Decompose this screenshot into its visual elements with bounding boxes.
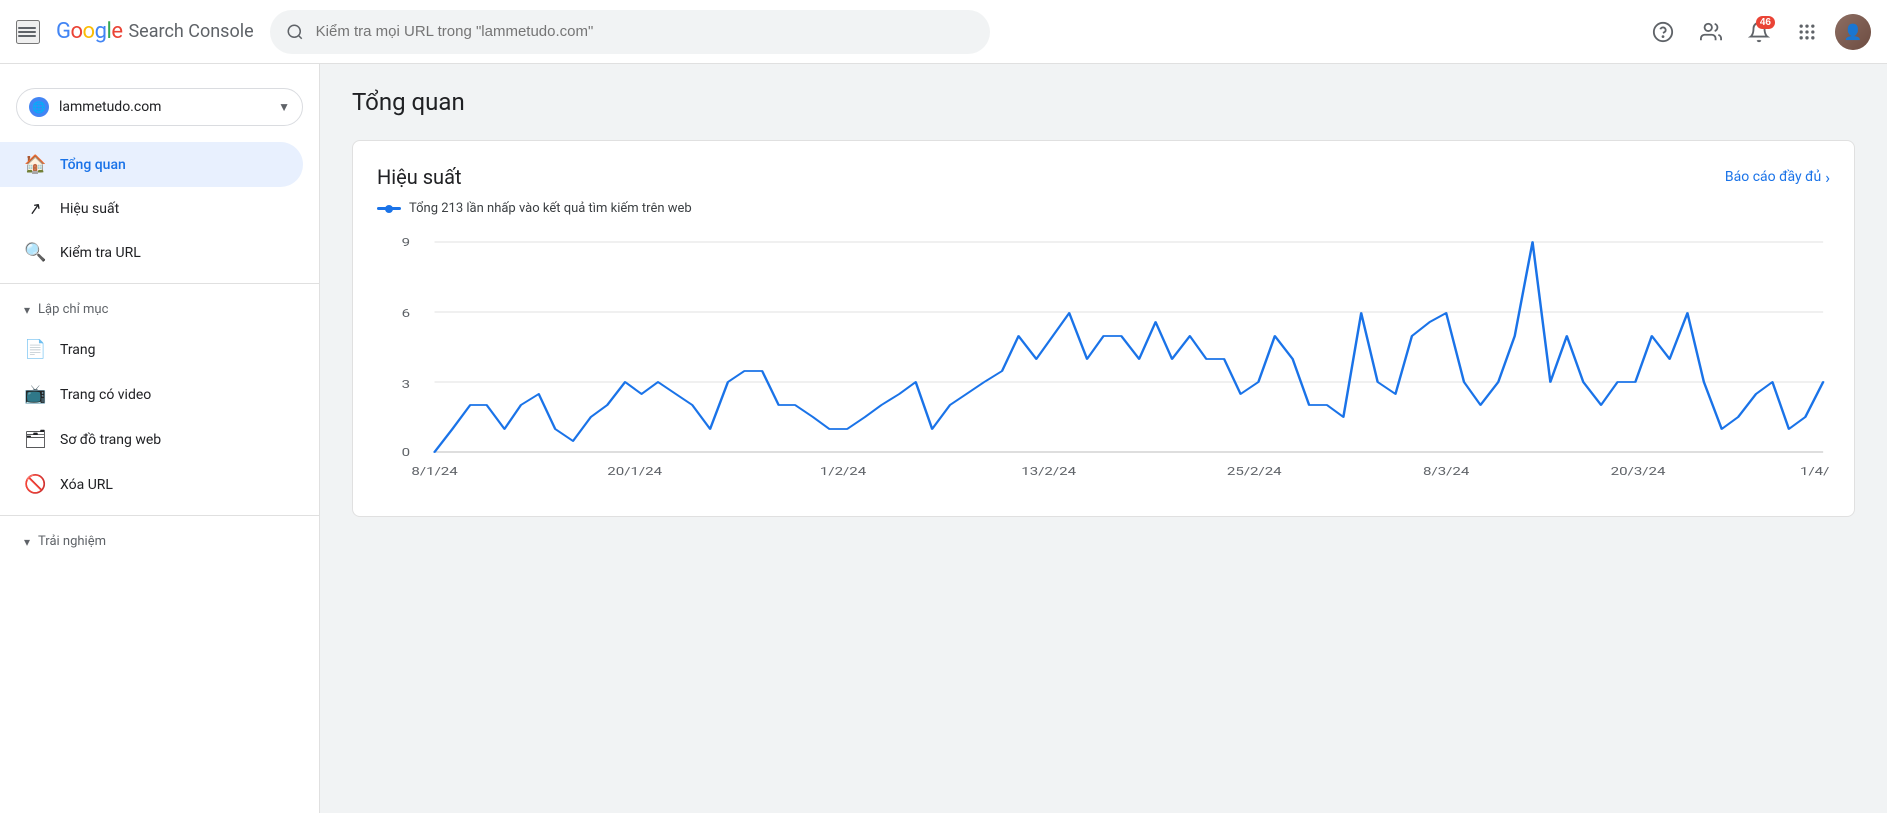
menu-button[interactable] <box>16 20 40 44</box>
sidebar-item-label-xoa-url: Xóa URL <box>60 477 113 493</box>
x-label-jan20: 20/1/24 <box>607 466 662 479</box>
home-icon: 🏠 <box>24 154 46 175</box>
main-content: Tổng quan Hiệu suất Báo cáo đầy đủ › Tổn… <box>320 64 1887 813</box>
x-label-feb1: 1/2/24 <box>820 466 867 479</box>
site-globe-icon: 🌐 <box>29 97 49 117</box>
legend-text: Tổng 213 lần nhấp vào kết quả tìm kiếm t… <box>409 201 692 216</box>
sidebar-item-kiem-tra-url[interactable]: 🔍 Kiểm tra URL <box>0 230 303 275</box>
avatar-image: 👤 <box>1835 14 1871 50</box>
trending-up-icon: ↗ <box>23 197 48 220</box>
x-label-mar20: 20/3/24 <box>1611 466 1666 479</box>
app-name-label: Search Console <box>128 21 253 42</box>
section-label-trai-nghiem: Trải nghiệm <box>38 534 106 549</box>
y-label-0: 0 <box>402 447 410 460</box>
site-selector[interactable]: 🌐 lammetudo.com ▼ <box>16 88 303 126</box>
x-label-feb25: 25/2/24 <box>1227 466 1282 479</box>
avatar[interactable]: 👤 <box>1835 14 1871 50</box>
sidebar-item-so-do-trang-web[interactable]: 🗂 Sơ đồ trang web <box>0 417 303 462</box>
video-page-icon: 📺 <box>24 384 46 405</box>
main-layout: 🌐 lammetudo.com ▼ 🏠 Tổng quan ↗ Hiệu suấ… <box>0 64 1887 813</box>
sidebar-item-xoa-url[interactable]: 🚫 Xóa URL <box>0 462 303 507</box>
header-actions: 46 👤 <box>1643 12 1871 52</box>
sidebar-item-trang-co-video[interactable]: 📺 Trang có video <box>0 372 303 417</box>
sidebar-item-label-hieu-suat: Hiệu suất <box>60 201 119 217</box>
section-label-lap-chi-muc: Lập chỉ mục <box>38 302 108 317</box>
collapse-icon-lap-chi-muc: ▾ <box>24 303 30 317</box>
y-label-3: 3 <box>402 379 410 392</box>
sidebar-item-label-so-do-trang-web: Sơ đồ trang web <box>60 432 161 448</box>
card-title: Hiệu suất <box>377 165 462 189</box>
sitemap-icon: 🗂 <box>24 429 46 450</box>
help-button[interactable] <box>1643 12 1683 52</box>
logo[interactable]: Google Search Console <box>56 19 254 44</box>
sidebar-item-label-tong-quan: Tổng quan <box>60 157 126 173</box>
chart-legend: Tổng 213 lần nhấp vào kết quả tìm kiếm t… <box>377 201 1830 216</box>
search-icon <box>286 23 304 41</box>
sidebar-nav: 🏠 Tổng quan ↗ Hiệu suất 🔍 Kiểm tra URL <box>0 142 319 275</box>
sidebar-item-trang[interactable]: 📄 Trang <box>0 327 303 372</box>
app-header: Google Search Console <box>0 0 1887 64</box>
sidebar-divider-1 <box>0 283 319 284</box>
search-bar <box>270 10 990 54</box>
google-wordmark: Google <box>56 19 122 44</box>
search-input[interactable] <box>316 23 974 40</box>
performance-card: Hiệu suất Báo cáo đầy đủ › Tổng 213 lần … <box>352 140 1855 517</box>
sidebar-nav-lap-chi-muc: 📄 Trang 📺 Trang có video 🗂 Sơ đồ trang w… <box>0 327 319 507</box>
sidebar-item-label-trang: Trang <box>60 342 96 358</box>
y-label-9: 9 <box>402 237 410 250</box>
sidebar-item-hieu-suat[interactable]: ↗ Hiệu suất <box>0 187 303 230</box>
page-icon: 📄 <box>24 339 46 360</box>
x-label-jan8: 8/1/24 <box>411 466 458 479</box>
y-label-6: 6 <box>402 308 410 321</box>
sidebar-item-label-kiem-tra-url: Kiểm tra URL <box>60 245 141 261</box>
notification-count: 46 <box>1756 16 1775 29</box>
site-selector-arrow-icon: ▼ <box>278 100 290 114</box>
x-label-apr1: 1/4/24 <box>1800 466 1830 479</box>
remove-url-icon: 🚫 <box>24 474 46 495</box>
page-title: Tổng quan <box>352 88 1855 116</box>
chart-svg: 9 6 3 0 8/1/24 20/1/24 1/2/24 <box>377 232 1830 492</box>
sidebar: 🌐 lammetudo.com ▼ 🏠 Tổng quan ↗ Hiệu suấ… <box>0 64 320 813</box>
url-search-icon: 🔍 <box>24 242 46 263</box>
card-header: Hiệu suất Báo cáo đầy đủ › <box>377 165 1830 189</box>
legend-line <box>377 207 401 210</box>
collapse-icon-trai-nghiem: ▾ <box>24 535 30 549</box>
x-label-mar8: 8/3/24 <box>1423 466 1470 479</box>
site-name: lammetudo.com <box>59 99 268 115</box>
full-report-link-label: Báo cáo đầy đủ <box>1725 169 1821 185</box>
x-label-feb13: 13/2/24 <box>1021 466 1076 479</box>
manage-users-button[interactable] <box>1691 12 1731 52</box>
notifications-button[interactable]: 46 <box>1739 12 1779 52</box>
section-header-lap-chi-muc[interactable]: ▾ Lập chỉ mục <box>0 292 319 327</box>
sidebar-item-label-trang-co-video: Trang có video <box>60 387 151 403</box>
performance-chart: 9 6 3 0 8/1/24 20/1/24 1/2/24 <box>377 232 1830 492</box>
section-header-trai-nghiem[interactable]: ▾ Trải nghiệm <box>0 524 319 559</box>
sidebar-divider-2 <box>0 515 319 516</box>
performance-line <box>435 242 1824 452</box>
chevron-right-icon: › <box>1825 168 1830 187</box>
sidebar-item-tong-quan[interactable]: 🏠 Tổng quan <box>0 142 303 187</box>
google-apps-button[interactable] <box>1787 12 1827 52</box>
full-report-link[interactable]: Báo cáo đầy đủ › <box>1725 168 1830 187</box>
